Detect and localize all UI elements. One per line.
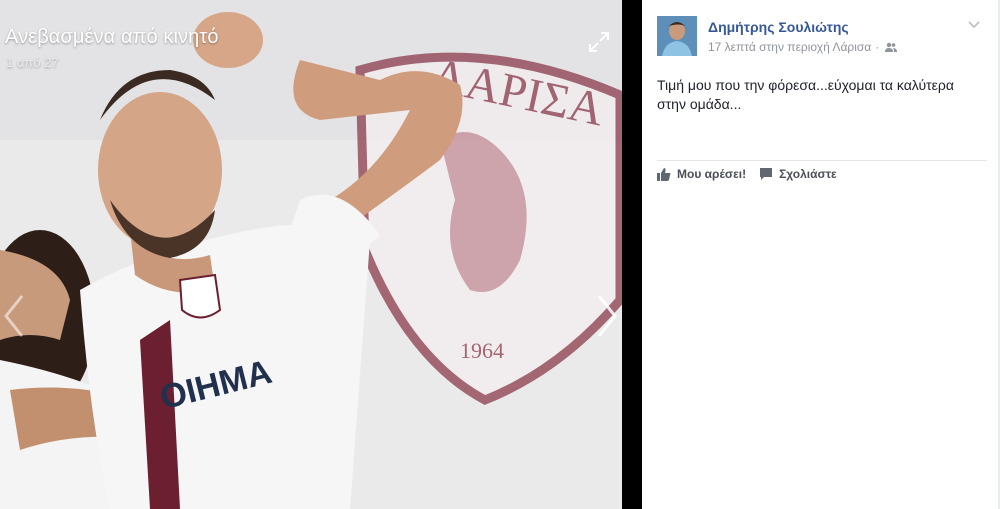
next-arrow-icon[interactable] (593, 292, 621, 340)
post-actions: Μου αρέσει! Σχολιάστε (657, 167, 850, 181)
photo-counter: 1 από 27 (6, 55, 59, 70)
comment-icon (760, 168, 773, 180)
author-name[interactable]: Δημήτρης Σουλιώτης (708, 19, 849, 35)
like-button[interactable]: Μου αρέσει! (657, 167, 746, 181)
photo-viewer[interactable]: ΛΑΡΙΣΑ 1964 ΟΙΗΜΑ Ανεβασμένα από κινητό … (0, 0, 622, 509)
like-label: Μου αρέσει! (677, 167, 747, 181)
comment-button[interactable]: Σχολιάστε (759, 167, 837, 181)
friends-icon[interactable] (885, 42, 898, 52)
post-meta: 17 λεπτά στην περιοχή Λάρισα · (708, 40, 898, 54)
comment-label: Σχολιάστε (779, 167, 837, 181)
like-icon (657, 168, 671, 181)
viewer-gutter (622, 0, 642, 509)
crest-year: 1964 (460, 338, 504, 363)
timestamp-location[interactable]: 17 λεπτά στην περιοχή Λάρισα (708, 40, 871, 54)
expand-icon[interactable] (588, 31, 610, 53)
prev-arrow-icon[interactable] (0, 292, 28, 340)
post-text: Τιμή μου που την φόρεσα...εύχομαι τα καλ… (657, 77, 954, 112)
comments-area (642, 190, 1000, 509)
meta-separator: · (875, 40, 880, 54)
post-panel: Δημήτρης Σουλιώτης 17 λεπτά στην περιοχή… (642, 0, 1000, 509)
chevron-down-icon[interactable] (967, 20, 981, 30)
divider (657, 160, 987, 161)
avatar[interactable] (657, 16, 697, 56)
album-title[interactable]: Ανεβασμένα από κινητό (5, 26, 219, 49)
photo-image: ΛΑΡΙΣΑ 1964 ΟΙΗΜΑ (0, 0, 622, 509)
